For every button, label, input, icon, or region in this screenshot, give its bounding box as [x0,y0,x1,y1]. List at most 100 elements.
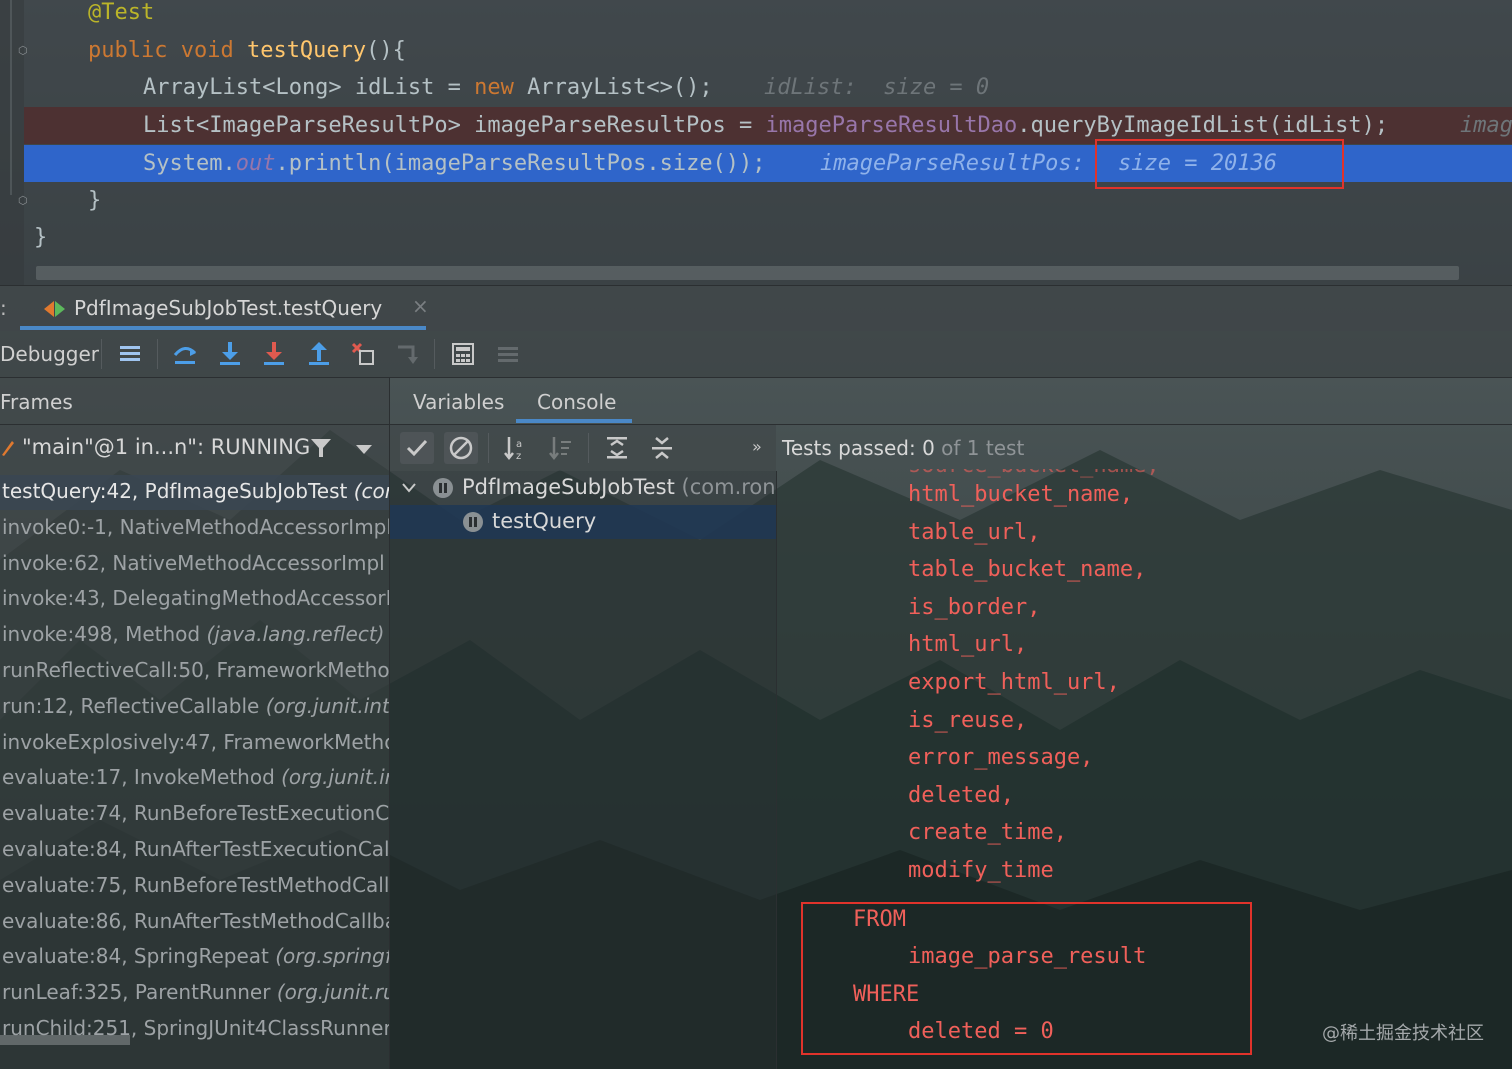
class-name: PdfImageSubJobTest [462,475,675,499]
editor-gutter[interactable] [0,0,24,285]
tab-variables[interactable]: Variables [413,390,504,414]
tree-item-test-method[interactable]: testQuery [390,505,776,539]
tree-item-label: PdfImageSubJobTest (com.rong [462,475,776,499]
debugger-label: Debugger [0,342,99,366]
method-signature: public void testQuery(){ [88,32,406,69]
step-into-icon[interactable] [215,339,245,369]
active-tab-indicator [20,326,426,330]
show-ignored-icon[interactable] [444,432,478,464]
modifier-keyword: public void [88,38,247,63]
frame-method: evaluate:74, RunBeforeTestExecutionCa [2,801,389,826]
status-suffix: of 1 test [934,436,1025,460]
trace-stream-icon[interactable] [493,339,523,369]
thread-selector[interactable]: "main"@1 in...n": RUNNING [0,426,389,470]
sort-alphabetically-icon[interactable]: az [501,433,531,463]
frame-package: (org.junit.ru [276,980,389,1005]
frame-item[interactable]: runReflectiveCall:50, FrameworkMethod [0,654,389,689]
inline-debug-hint: idList: size = 0 [764,75,990,100]
close-icon[interactable]: × [412,294,429,318]
code-line-idlist[interactable]: ArrayList<Long> idList = new ArrayList<>… [24,69,1512,106]
frame-label: invoke:62, NativeMethodAccessorImpl ( [2,551,389,575]
code-text: ArrayList<Long> idList = [143,75,475,100]
console-line: deleted, [908,782,1014,808]
frame-label: evaluate:74, RunBeforeTestExecutionCa [2,801,389,825]
code-text: System. [143,151,236,176]
active-tab-indicator [516,419,632,423]
frames-panel: Frames "main"@1 in...n": RUNNING testQue… [0,378,390,1069]
console-line: table_bucket_name, [908,557,1147,583]
console-line: error_message, [908,745,1094,771]
junit-run-icon [44,301,65,317]
svg-text:a: a [516,439,522,450]
test-tree: PdfImageSubJobTest (com.rong testQuery [390,471,777,1069]
frame-item[interactable]: invoke:62, NativeMethodAccessorImpl ( [0,547,389,582]
frame-method: invoke:43, DelegatingMethodAccessorI [2,586,389,611]
frame-label: evaluate:75, RunBeforeTestMethodCallb [2,873,389,897]
drop-frame-icon[interactable] [348,339,378,369]
show-execution-point-icon[interactable] [115,339,145,369]
frame-method: runLeaf:325, ParentRunner [2,980,271,1005]
frame-package: (con [353,479,389,503]
close-brace: } [88,188,102,213]
highlight-box-sql [801,902,1252,1055]
toolbar-separator [588,433,589,463]
toolbar-separator [101,339,102,369]
frame-item[interactable]: run:12, ReflectiveCallable (org.junit.in… [0,690,389,725]
step-out-icon[interactable] [304,339,334,369]
frame-method: testQuery:42, PdfImageSubJobTest [2,479,348,503]
frame-label: invoke:43, DelegatingMethodAccessorI [2,586,389,610]
frame-package: (java.lang.reflect) [206,622,385,647]
chevron-down-icon[interactable] [402,483,416,493]
evaluate-expression-icon[interactable] [448,339,478,369]
test-runner-panel: Variables Console az » Tests passed: 0 o… [390,378,1512,1069]
code-line-close-brace[interactable]: } [24,219,1512,256]
frames-scrollbar[interactable] [0,1035,130,1045]
more-actions-icon[interactable]: » [752,437,762,456]
chevron-down-icon[interactable] [355,444,373,456]
code-line-annotation[interactable]: @Test [24,0,1512,31]
code-text: .println(imageParseResultPos.size()); [275,151,766,176]
frame-item[interactable]: runLeaf:325, ParentRunner (org.junit.ru [0,976,389,1011]
show-passed-icon[interactable] [400,432,434,464]
console-output[interactable]: source_bucket_name, html_bucket_name, tabl… [778,469,1512,1069]
tab-console[interactable]: Console [537,390,616,414]
tree-item-label: testQuery [492,509,597,533]
frame-label: runReflectiveCall:50, FrameworkMethod [2,658,389,682]
println-code: System.out.println(imageParseResultPos.s… [143,145,766,182]
code-text: .queryByImageIdList(idList); [1017,113,1389,138]
toolbar-separator [488,433,489,463]
frame-item[interactable]: invoke0:-1, NativeMethodAccessorImpl [0,511,389,546]
toolbar-separator [157,339,158,369]
frame-item[interactable]: evaluate:84, RunAfterTestExecutionCallb [0,833,389,868]
step-over-icon[interactable] [170,339,200,369]
code-line-method-signature[interactable]: public void testQuery(){ [24,32,1512,69]
frame-item[interactable]: evaluate:75, RunBeforeTestMethodCallb [0,869,389,904]
frame-method: evaluate:84, RunAfterTestExecutionCallb [2,837,389,861]
tab-debug-session[interactable]: PdfImageSubJobTest.testQuery × [20,286,429,331]
frame-method: evaluate:17, InvokeMethod [2,765,275,790]
run-to-cursor-icon[interactable] [393,339,423,369]
package-name: (com.rong [681,475,776,499]
frame-item[interactable]: invoke:498, Method (java.lang.reflect) [0,618,389,653]
code-editor[interactable]: ⬡ ⬡ @Test public void testQuery(){ Array… [0,0,1512,285]
frame-item[interactable]: evaluate:74, RunBeforeTestExecutionCa [0,797,389,832]
frame-item[interactable]: invoke:43, DelegatingMethodAccessorI [0,582,389,617]
console-line: export_html_url, [908,670,1120,695]
tree-item-test-class[interactable]: PdfImageSubJobTest (com.rong [390,471,776,505]
frame-item[interactable]: invokeExplosively:47, FrameworkMetho [0,726,389,761]
idlist-code: ArrayList<Long> idList = new ArrayList<>… [143,69,713,106]
frame-item[interactable]: evaluate:17, InvokeMethod (org.junit.in [0,761,389,796]
frame-item[interactable]: evaluate:84, SpringRepeat (org.springfra [0,940,389,975]
expand-all-icon[interactable] [602,433,632,463]
frame-item[interactable]: testQuery:42, PdfImageSubJobTest (con [0,475,389,510]
frame-label: evaluate:84, RunAfterTestExecutionCallb [2,837,389,861]
horizontal-scrollbar[interactable] [36,266,1459,280]
frame-label: run:12, ReflectiveCallable (org.junit.in… [2,694,389,718]
console-line: html_bucket_name, [908,482,1134,507]
frame-item[interactable]: evaluate:86, RunAfterTestMethodCallba [0,905,389,940]
force-step-into-icon[interactable] [259,339,289,369]
collapse-all-icon[interactable] [647,433,677,463]
sort-by-duration-icon[interactable] [546,433,576,463]
tests-status: Tests passed: 0 of 1 test [782,436,1024,460]
filter-icon[interactable] [309,437,333,459]
